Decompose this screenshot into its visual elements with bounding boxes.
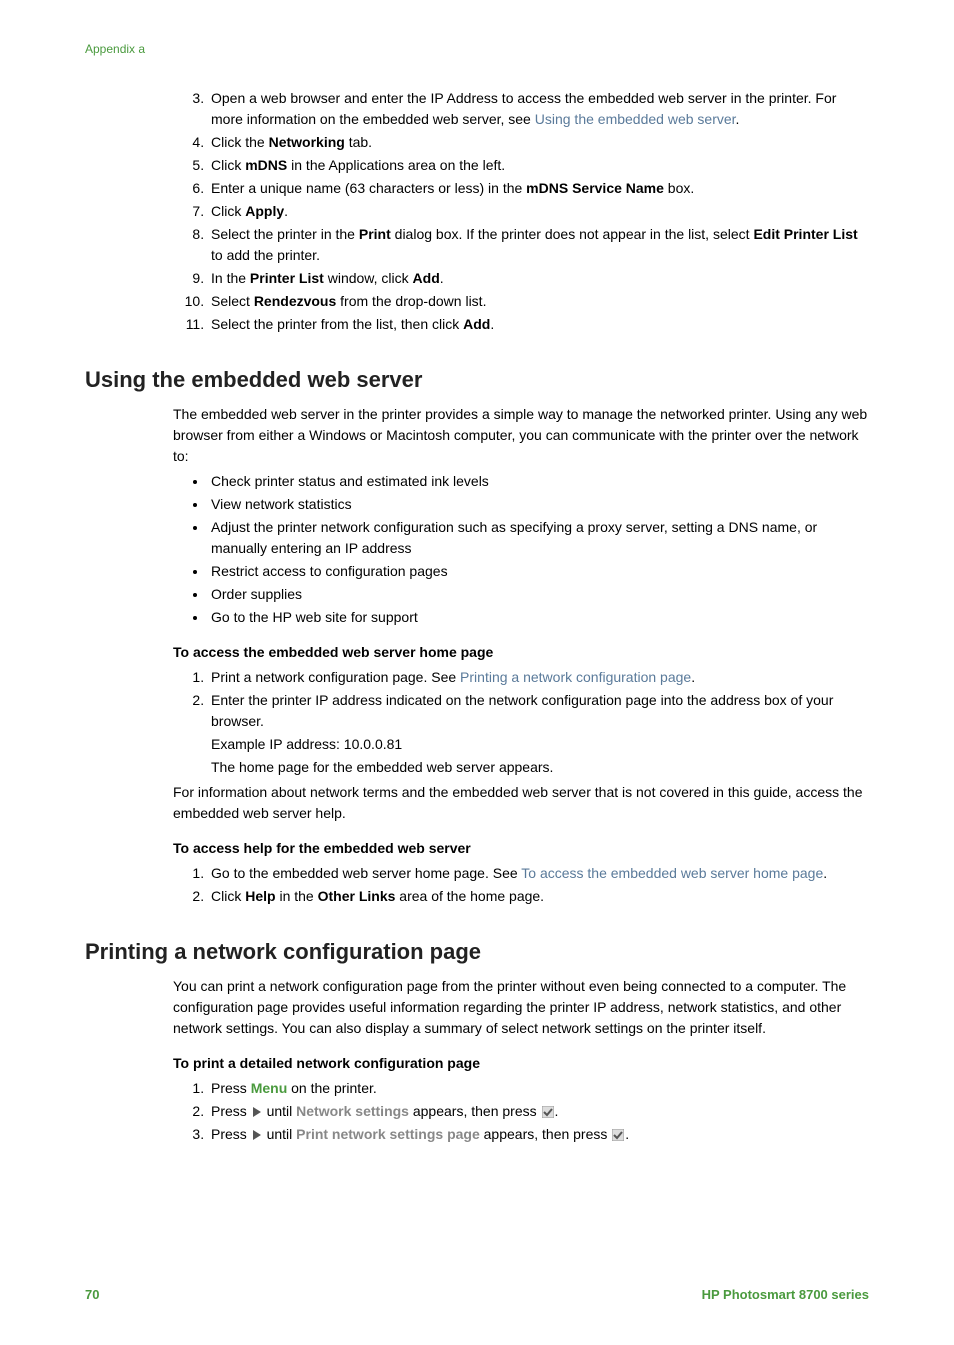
step-9: In the Printer List window, click Add. (208, 268, 869, 289)
sub-print-detailed: To print a detailed network configuratio… (173, 1053, 869, 1074)
bullet-order: Order supplies (208, 584, 869, 605)
bullet-restrict: Restrict access to configuration pages (208, 561, 869, 582)
sub-access-ews-home: To access the embedded web server home p… (173, 642, 869, 663)
ok-check-icon (612, 1129, 624, 1141)
bullet-adjust: Adjust the printer network configuration… (208, 517, 869, 559)
right-arrow-icon (252, 1130, 262, 1140)
step-5: Click mDNS in the Applications area on t… (208, 155, 869, 176)
ews-help-step-2: Click Help in the Other Links area of th… (208, 886, 869, 907)
page-footer: 70 HP Photosmart 8700 series (85, 1285, 869, 1305)
sub-access-ews-help: To access help for the embedded web serv… (173, 838, 869, 859)
ews-home-step-2: Enter the printer IP address indicated o… (208, 690, 869, 778)
heading-using-ews: Using the embedded web server (85, 363, 869, 396)
ews-info-note: For information about network terms and … (173, 782, 869, 824)
ews-bullets: Check printer status and estimated ink l… (173, 471, 869, 628)
example-ip: Example IP address: 10.0.0.81 (211, 734, 869, 755)
step-4: Click the Networking tab. (208, 132, 869, 153)
product-name: HP Photosmart 8700 series (702, 1285, 869, 1305)
bullet-stats: View network statistics (208, 494, 869, 515)
ews-help-step-1: Go to the embedded web server home page.… (208, 863, 869, 884)
menu-button-label: Menu (251, 1080, 288, 1096)
ok-check-icon (542, 1106, 554, 1118)
ews-intro: The embedded web server in the printer p… (173, 404, 869, 467)
link-access-ews-home[interactable]: To access the embedded web server home p… (521, 865, 823, 881)
link-using-ews[interactable]: Using the embedded web server (535, 111, 736, 127)
step-11: Select the printer from the list, then c… (208, 314, 869, 335)
appendix-label: Appendix a (85, 40, 869, 58)
bullet-status: Check printer status and estimated ink l… (208, 471, 869, 492)
pcfg-intro: You can print a network configuration pa… (173, 976, 869, 1039)
step-6: Enter a unique name (63 characters or le… (208, 178, 869, 199)
pcfg-step-2: Press until Network settings appears, th… (208, 1101, 869, 1122)
link-print-cfg-page[interactable]: Printing a network configuration page (460, 669, 691, 685)
pcfg-step-3: Press until Print network settings page … (208, 1124, 869, 1145)
continued-steps: Open a web browser and enter the IP Addr… (173, 88, 869, 335)
print-network-settings-label: Print network settings page (296, 1126, 480, 1142)
network-settings-label: Network settings (296, 1103, 409, 1119)
ews-home-step-1: Print a network configuration page. See … (208, 667, 869, 688)
step-7: Click Apply. (208, 201, 869, 222)
step-8: Select the printer in the Print dialog b… (208, 224, 869, 266)
step-3: Open a web browser and enter the IP Addr… (208, 88, 869, 130)
page-number: 70 (85, 1285, 99, 1305)
pcfg-step-1: Press Menu on the printer. (208, 1078, 869, 1099)
bullet-support: Go to the HP web site for support (208, 607, 869, 628)
step-10: Select Rendezvous from the drop-down lis… (208, 291, 869, 312)
heading-print-cfg: Printing a network configuration page (85, 935, 869, 968)
right-arrow-icon (252, 1107, 262, 1117)
home-page-appears: The home page for the embedded web serve… (211, 757, 869, 778)
